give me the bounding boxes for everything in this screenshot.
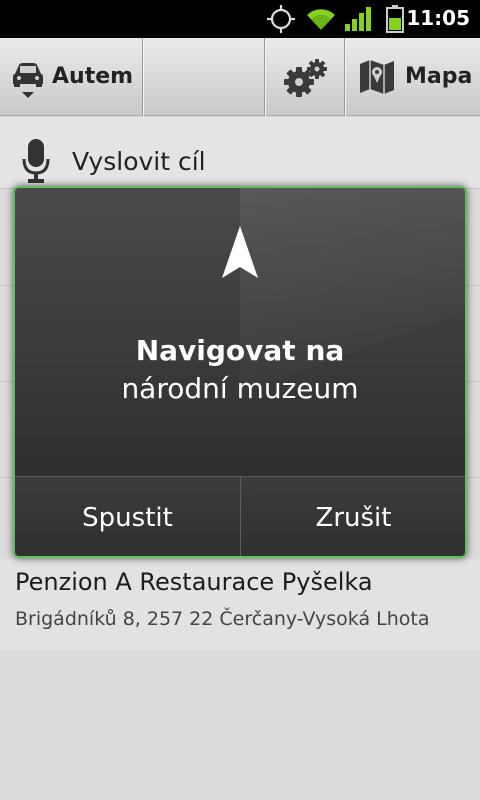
start-button[interactable]: Spustit — [15, 477, 240, 556]
toolbar-divider — [142, 38, 143, 116]
cancel-button[interactable]: Zrušit — [241, 477, 465, 556]
navigate-dialog: Navigovat na národní muzeum Spustit Zruš… — [13, 186, 467, 558]
car-icon — [13, 63, 43, 98]
travel-mode-label: Autem — [52, 64, 134, 89]
top-toolbar: Autem Mapa — [0, 38, 480, 116]
travel-mode-button[interactable]: Autem — [0, 38, 142, 116]
microphone-icon — [22, 139, 50, 183]
place-name: Penzion A Restaurace Pyšelka — [15, 568, 373, 596]
status-bar: 11:05 — [0, 0, 480, 38]
settings-button[interactable] — [265, 38, 344, 116]
dialog-destination: národní muzeum — [121, 372, 359, 405]
voice-destination-row[interactable]: Vyslovit cíl — [0, 117, 480, 189]
voice-destination-label: Vyslovit cíl — [72, 147, 206, 176]
place-address: Brigádníků 8, 257 22 Čerčany-Vysoká Lhot… — [15, 608, 430, 630]
map-icon — [360, 60, 394, 94]
dialog-body: Navigovat na národní muzeum — [15, 188, 465, 476]
dialog-buttons: Spustit Zrušit — [15, 476, 465, 556]
gears-icon — [284, 59, 327, 97]
map-label: Mapa — [405, 64, 473, 89]
wifi-icon — [307, 9, 335, 31]
dialog-title: Navigovat na — [135, 334, 345, 367]
map-button[interactable]: Mapa — [345, 38, 480, 116]
battery-icon — [386, 5, 404, 33]
gps-icon — [267, 5, 295, 33]
clock: 11:05 — [406, 6, 470, 30]
navigation-arrow-icon — [222, 226, 258, 278]
signal-icon — [345, 7, 371, 31]
list-item[interactable]: Penzion A Restaurace Pyšelka Brigádníků … — [0, 560, 480, 650]
